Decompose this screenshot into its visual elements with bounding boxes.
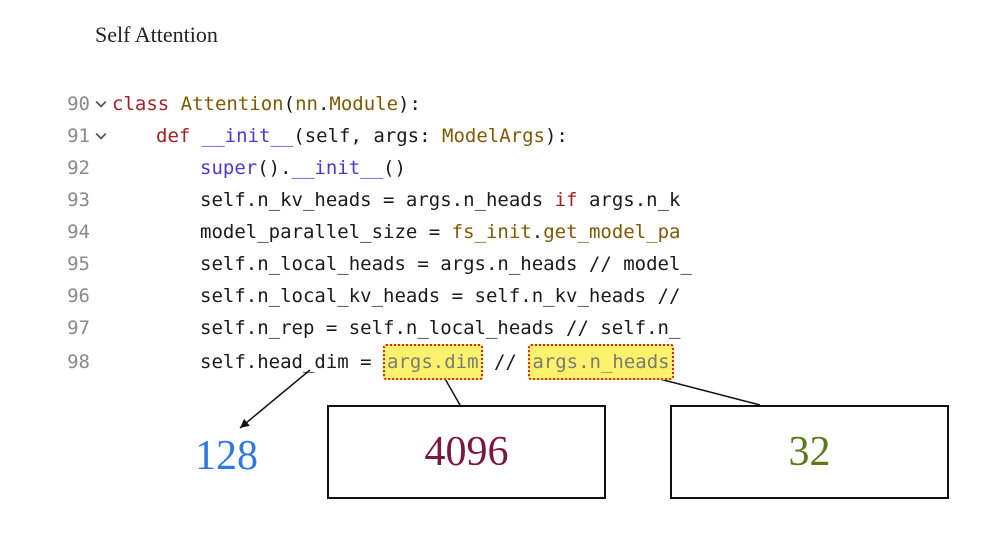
token: ( <box>284 88 295 120</box>
token: Attention <box>181 88 284 120</box>
token: self.head_dim = <box>200 346 383 378</box>
value-n-heads: 32 <box>670 405 949 499</box>
code-line-93: 93 self.n_kv_heads = args.n_heads if arg… <box>60 184 940 216</box>
line-number: 93 <box>60 184 90 216</box>
token: self.n_local_heads = args.n_heads // mod… <box>200 248 692 280</box>
token: Module <box>329 88 398 120</box>
token: model_parallel_size = <box>200 216 452 248</box>
code-line-96: 96 self.n_local_kv_heads = self.n_kv_hea… <box>60 280 940 312</box>
line-number: 90 <box>60 88 90 120</box>
token: ModelArgs <box>442 120 545 152</box>
code-line-94: 94 model_parallel_size = fs_init . get_m… <box>60 216 940 248</box>
line-number: 95 <box>60 248 90 280</box>
token: ): <box>545 120 568 152</box>
highlight-args-dim: args.dim <box>383 344 483 380</box>
code-line-98: 98 self.head_dim = args.dim // args.n_he… <box>60 344 940 380</box>
token: def <box>156 120 190 152</box>
token: : <box>410 88 421 120</box>
token: super <box>200 152 257 184</box>
token: . <box>532 216 543 248</box>
line-number: 92 <box>60 152 90 184</box>
code-line-92: 92 super (). __init__ () <box>60 152 940 184</box>
token: if <box>555 184 578 216</box>
token: self.n_local_kv_heads = self.n_kv_heads … <box>200 280 680 312</box>
token: self.n_rep = self.n_local_heads // self.… <box>200 312 680 344</box>
token: class <box>112 88 169 120</box>
token: nn <box>295 88 318 120</box>
value-dim: 4096 <box>327 405 606 499</box>
token: args.n_k <box>578 184 681 216</box>
highlight-args-nheads: args.n_heads <box>528 344 673 380</box>
token: (self, args: <box>293 120 442 152</box>
chevron-down-icon <box>90 98 112 110</box>
token: () <box>383 152 406 184</box>
token: ) <box>398 88 409 120</box>
line-number: 96 <box>60 280 90 312</box>
value-head-dim: 128 <box>195 432 258 480</box>
code-line-97: 97 self.n_rep = self.n_local_heads // se… <box>60 312 940 344</box>
token: // <box>483 346 529 378</box>
code-line-90: 90 class Attention ( nn . Module ) : <box>60 88 940 120</box>
token: __init__ <box>292 152 384 184</box>
line-number: 94 <box>60 216 90 248</box>
slide-title: Self Attention <box>95 22 218 48</box>
line-number: 91 <box>60 120 90 152</box>
token: __init__ <box>202 120 294 152</box>
code-line-95: 95 self.n_local_heads = args.n_heads // … <box>60 248 940 280</box>
code-line-91: 91 def __init__ (self, args: ModelArgs )… <box>60 120 940 152</box>
code-block: 90 class Attention ( nn . Module ) : 91 … <box>60 88 940 380</box>
token: . <box>318 88 329 120</box>
token: get_model_pa <box>543 216 680 248</box>
line-number: 98 <box>60 346 90 378</box>
token: self.n_kv_heads = args.n_heads <box>200 184 555 216</box>
token: (). <box>257 152 291 184</box>
line-number: 97 <box>60 312 90 344</box>
chevron-down-icon <box>90 130 112 142</box>
token: fs_init <box>452 216 532 248</box>
